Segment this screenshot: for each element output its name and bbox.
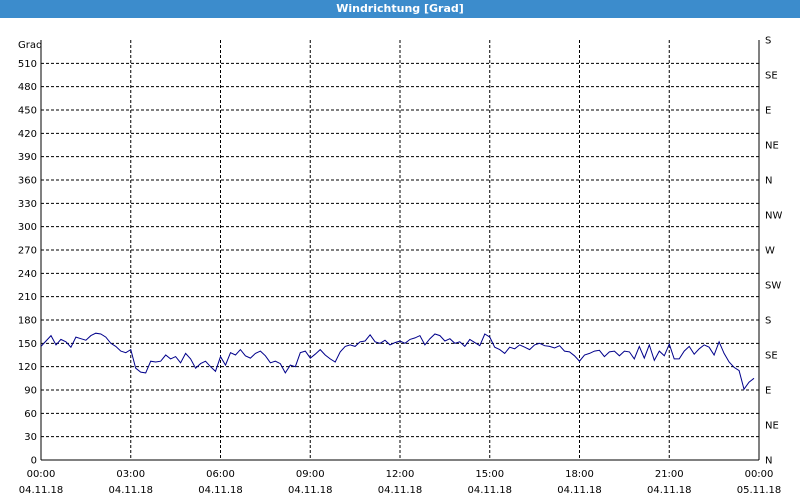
- y-tick-label: 510: [18, 59, 37, 70]
- x-tick-time-label: 18:00: [565, 469, 594, 480]
- right-axis-label: SW: [765, 281, 781, 292]
- right-axis-label: NW: [765, 211, 782, 222]
- y-tick-label: 420: [18, 129, 37, 140]
- right-axis-label: NE: [765, 141, 779, 152]
- y-tick-label: 270: [18, 246, 37, 257]
- x-tick-date-label: 04.11.18: [19, 485, 64, 496]
- y-tick-label: 360: [18, 176, 37, 187]
- x-tick-time-label: 21:00: [655, 469, 684, 480]
- x-tick-date-label: 04.11.18: [198, 485, 243, 496]
- y-tick-label: 0: [31, 456, 37, 467]
- series-line: [40, 332, 755, 391]
- y-tick-label: 240: [18, 269, 37, 280]
- y-tick-label: 30: [24, 432, 37, 443]
- x-tick-time-label: 15:00: [475, 469, 504, 480]
- right-axis-label: N: [765, 456, 772, 467]
- right-axis-label: E: [765, 386, 771, 397]
- y-tick-label: 90: [24, 386, 37, 397]
- y-tick-label: 450: [18, 106, 37, 117]
- right-axis-label: SE: [765, 71, 778, 82]
- right-axis-label: NE: [765, 421, 779, 432]
- x-tick-time-label: 09:00: [296, 469, 325, 480]
- x-tick-time-label: 03:00: [116, 469, 145, 480]
- right-axis-label: W: [765, 246, 775, 257]
- x-tick-date-label: 04.11.18: [378, 485, 423, 496]
- y-tick-label: 210: [18, 292, 37, 303]
- x-tick-time-label: 06:00: [206, 469, 235, 480]
- right-axis-label: E: [765, 106, 771, 117]
- y-tick-label: 330: [18, 199, 37, 210]
- x-tick-time-label: 12:00: [386, 469, 415, 480]
- x-tick-time-label: 00:00: [745, 469, 774, 480]
- right-axis-label: SE: [765, 351, 778, 362]
- x-tick-date-label: 05.11.18: [737, 485, 782, 496]
- y-tick-label: 390: [18, 152, 37, 163]
- x-tick-time-label: 00:00: [27, 469, 56, 480]
- x-tick-date-label: 04.11.18: [557, 485, 602, 496]
- wind-direction-chart: 0 30 60 90 120 150 180 210 240 270 300 330 360 390 420…: [18, 36, 783, 497]
- y-tick-label: 180: [18, 316, 37, 327]
- right-axis-label: N: [765, 176, 772, 187]
- x-tick-date-label: 04.11.18: [108, 485, 153, 496]
- right-axis-label: S: [765, 36, 771, 47]
- y-axis-title: Grad: [18, 40, 42, 51]
- x-tick-date-label: 04.11.18: [467, 485, 512, 496]
- right-axis-label: S: [765, 316, 771, 327]
- y-tick-label: 120: [18, 362, 37, 373]
- x-tick-date-label: 04.11.18: [647, 485, 692, 496]
- y-tick-label: 150: [18, 339, 37, 350]
- x-tick-date-label: 04.11.18: [288, 485, 333, 496]
- y-tick-label: 60: [24, 409, 37, 420]
- y-tick-label: 300: [18, 222, 37, 233]
- y-tick-label: 480: [18, 82, 37, 93]
